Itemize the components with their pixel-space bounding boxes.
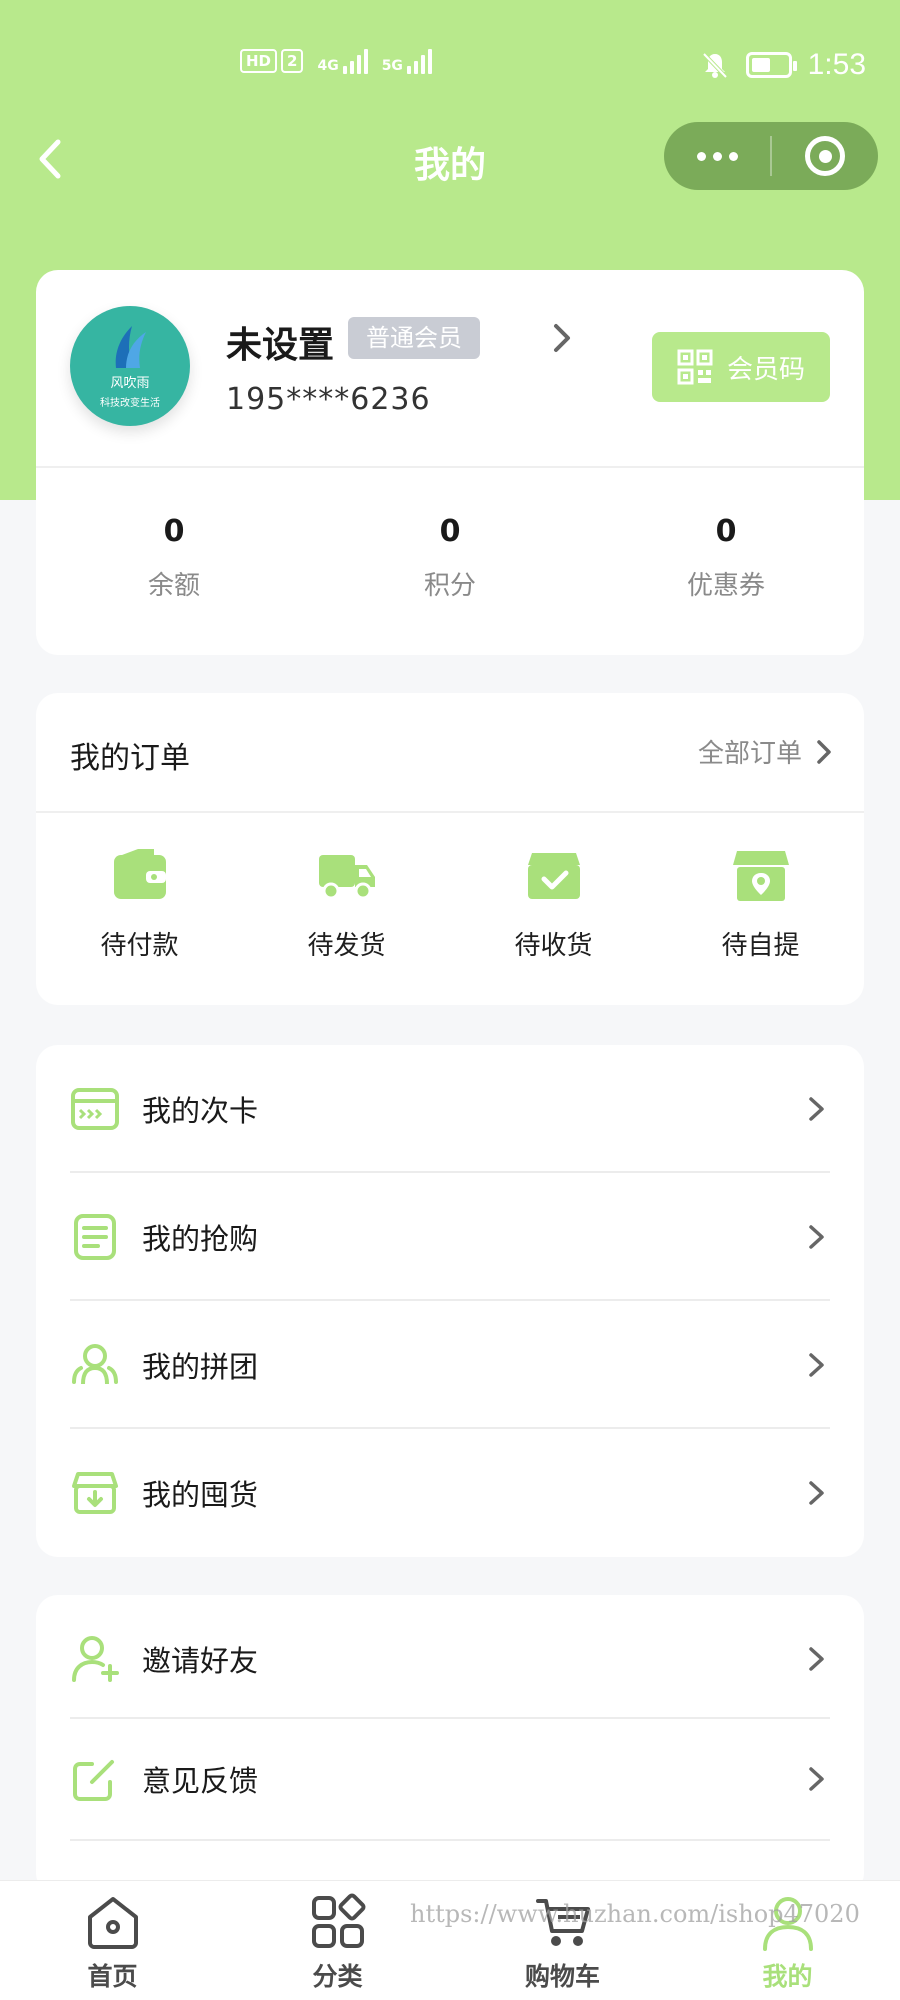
stat-value: 0 — [439, 514, 461, 549]
qr-code-icon — [677, 349, 713, 385]
tab-cart[interactable]: 购物车 — [450, 1881, 675, 2000]
avatar[interactable]: 风吹雨 科技改变生活 — [70, 306, 190, 426]
user-name[interactable]: 未设置 — [226, 316, 334, 368]
sim-badge: 2 — [281, 49, 304, 73]
box-check-icon — [527, 853, 580, 899]
avatar-logo-text: 风吹雨 — [110, 376, 150, 391]
truck-icon — [318, 855, 375, 900]
menu-label: 邀请好友 — [142, 1644, 259, 1678]
storage-icon — [72, 1472, 118, 1514]
stat-value: 0 — [163, 514, 185, 549]
member-level-badge: 普通会员 — [348, 317, 480, 359]
target-icon — [805, 136, 845, 176]
stat-points[interactable]: 0 积分 — [312, 514, 588, 602]
edit-icon — [73, 1760, 114, 1801]
orders-title: 我的订单 — [70, 741, 190, 776]
stat-label: 积分 — [423, 571, 476, 601]
order-pending-payment[interactable]: 待付款 — [36, 843, 243, 962]
signal-4g-icon: 4G — [317, 48, 368, 74]
phone-number: 195****6236 — [226, 382, 431, 417]
chevron-right-icon — [809, 1647, 824, 1671]
add-user-icon — [72, 1636, 119, 1682]
card-icon — [71, 1088, 119, 1130]
tab-label: 首页 — [87, 1962, 138, 1991]
store-icon — [732, 851, 789, 901]
watermark: https://www.huzhan.com/ishop47020 — [410, 1900, 860, 1928]
menu-label: 我的次卡 — [142, 1094, 259, 1128]
stat-label: 优惠券 — [686, 571, 765, 601]
chevron-right-icon — [809, 1353, 824, 1377]
stat-label: 余额 — [147, 571, 200, 601]
order-pending-receipt[interactable]: 待收货 — [450, 843, 657, 962]
battery-icon — [745, 52, 797, 78]
order-pending-shipment[interactable]: 待发货 — [243, 843, 450, 962]
member-code-button[interactable]: 会员码 — [652, 332, 830, 402]
avatar-logo-icon — [115, 326, 146, 368]
menu-label: 意见反馈 — [142, 1764, 259, 1798]
menu-label: 我的拼团 — [142, 1350, 259, 1384]
document-icon — [74, 1214, 116, 1260]
orders-card: 我的订单 全部订单 待付款 待发货 待收货 待自提 — [36, 693, 864, 1005]
order-label: 待付款 — [100, 931, 179, 961]
stat-balance[interactable]: 0 余额 — [36, 514, 312, 602]
chevron-right-icon — [809, 1225, 824, 1249]
menu-item-flash-sale[interactable]: 我的抢购 — [70, 1173, 830, 1301]
all-orders-label: 全部订单 — [697, 739, 802, 769]
tab-label: 购物车 — [524, 1962, 600, 1991]
tab-category[interactable]: 分类 — [225, 1881, 450, 2000]
home-icon — [87, 1897, 138, 1949]
signal-5g-icon: 5G — [382, 48, 432, 74]
order-label: 待收货 — [514, 931, 593, 961]
chevron-right-icon — [809, 1767, 824, 1791]
net-4g-label: 4G — [317, 58, 339, 74]
profile-chevron-icon[interactable] — [548, 320, 578, 356]
profile-card: 风吹雨 科技改变生活 未设置 普通会员 195****6236 会员码 0 余额… — [36, 270, 864, 655]
order-pending-pickup[interactable]: 待自提 — [657, 843, 864, 962]
chevron-right-icon — [817, 739, 831, 764]
chevron-right-icon — [809, 1481, 824, 1505]
hd-badge: HD — [240, 49, 278, 73]
order-status-list: 待付款 待发货 待收货 待自提 — [36, 843, 864, 962]
menu-label: 我的囤货 — [142, 1478, 259, 1512]
more-menu: 邀请好友 意见反馈 — [36, 1595, 864, 1895]
stat-value: 0 — [715, 514, 737, 549]
net-5g-label: 5G — [381, 58, 403, 74]
divider — [36, 811, 864, 813]
menu-item-group-buy[interactable]: 我的拼团 — [70, 1301, 830, 1429]
wallet-icon — [113, 849, 166, 899]
services-menu: 我的次卡 我的抢购 我的拼团 我的囤货 — [36, 1045, 864, 1557]
divider — [70, 1839, 830, 1841]
avatar-logo-subtext: 科技改变生活 — [100, 398, 160, 409]
member-code-label: 会员码 — [726, 354, 805, 385]
nav-bar: 我的 — [0, 120, 900, 200]
tab-mine[interactable]: 我的 — [675, 1881, 900, 2000]
all-orders-link[interactable]: 全部订单 — [698, 733, 834, 770]
more-menu-button[interactable] — [664, 151, 770, 161]
menu-item-feedback[interactable]: 意见反馈 — [70, 1715, 830, 1843]
tab-home[interactable]: 首页 — [0, 1881, 225, 2000]
account-stats: 0 余额 0 积分 0 优惠券 — [36, 514, 864, 602]
signal-indicators: HD 2 4G 5G — [240, 48, 432, 74]
chevron-right-icon — [809, 1097, 824, 1121]
category-icon — [311, 1893, 365, 1948]
stat-coupons[interactable]: 0 优惠券 — [588, 514, 864, 602]
menu-item-invite-friends[interactable]: 邀请好友 — [70, 1595, 830, 1723]
tab-label: 我的 — [762, 1962, 813, 1991]
group-icon — [72, 1344, 118, 1385]
bottom-tab-bar: 首页 分类 购物车 我的 — [0, 1880, 900, 2000]
mute-bell-icon — [702, 52, 728, 79]
mini-program-capsule — [664, 122, 878, 190]
clock: 1:53 — [807, 48, 866, 81]
order-label: 待发货 — [307, 931, 386, 961]
menu-item-punch-card[interactable]: 我的次卡 — [70, 1045, 830, 1173]
order-label: 待自提 — [721, 931, 800, 961]
tab-label: 分类 — [312, 1962, 363, 1991]
menu-item-stockpile[interactable]: 我的囤货 — [70, 1429, 830, 1557]
menu-label: 我的抢购 — [142, 1222, 259, 1256]
divider — [36, 466, 864, 468]
status-bar: HD 2 4G 5G 1:53 — [0, 40, 900, 96]
close-mini-program-button[interactable] — [772, 136, 878, 176]
